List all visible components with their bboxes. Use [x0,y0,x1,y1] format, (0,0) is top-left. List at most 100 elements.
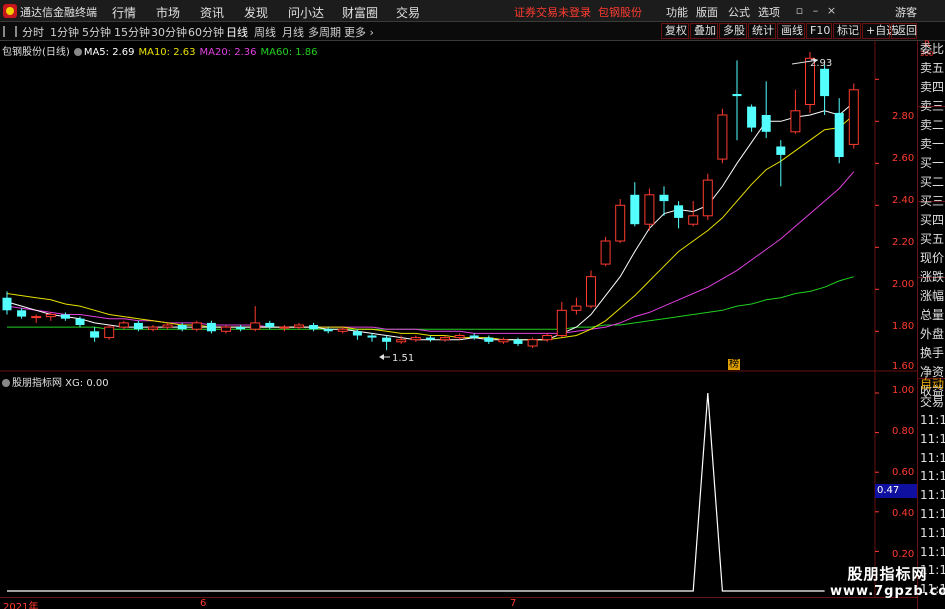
candle-down [367,333,377,342]
tab-daily[interactable]: 日线 [226,24,248,40]
candle-body [279,326,290,329]
candle-body [236,327,246,330]
candle-body [191,322,202,330]
settings-circle-icon[interactable] [73,48,82,56]
tab-monthly[interactable]: 月线 [282,24,304,40]
price-tick: 1.80 [892,321,915,332]
quote-field-label: 外盘 [920,327,945,341]
low-price-annotation: 1.51 [392,353,415,364]
tab-60min[interactable]: 60分钟 [188,24,224,40]
drawing-button[interactable]: 画线 [777,23,805,39]
trade-time-item: 11:14 [920,544,945,559]
price-tick: 2.00 [892,279,915,290]
candle-down [834,98,844,164]
restore-icon[interactable]: ▫ [792,3,807,18]
trade-time-item: 11:14 [920,525,945,540]
candle-down [630,182,640,227]
menu-trade[interactable]: 交易 [396,4,420,21]
menu-ask[interactable]: 问小达 [288,4,324,21]
candle-body [674,205,684,218]
quote-field-label: 卖五 [920,61,945,75]
login-status[interactable]: 证券交易未登录 包钢股份 [514,4,642,20]
tab-multi-period[interactable]: 多周期 [308,24,341,40]
menu-wealth[interactable]: 财富圈 [342,4,378,21]
indicator-tick: 0.80 [892,426,915,437]
close-icon[interactable]: × [824,3,839,18]
menu-options[interactable]: 选项 [758,4,780,20]
candle-body [162,324,173,328]
menu-function[interactable]: 功能 [666,4,688,20]
price-chart-canvas[interactable] [0,41,917,372]
quote-field-label: 卖二 [920,118,945,132]
settings-circle-icon[interactable] [2,379,10,387]
quote-field-label: 卖一 [920,137,945,151]
quote-field-label: 卖三 [920,99,945,113]
candle-down [761,81,771,139]
candle-up [191,320,202,332]
tab-1min[interactable]: 1分钟 [50,24,79,40]
menu-discover[interactable]: 发现 [244,4,268,21]
candle-body [367,335,377,338]
adjust-button[interactable]: 复权 [661,23,689,39]
tab-more[interactable]: 更多 › [344,24,374,40]
date-label: 6 [200,598,207,609]
candle-body [644,194,655,225]
back-button[interactable]: 返回 [891,23,917,39]
quote-field-label: 买五 [920,232,945,246]
candle-up [104,325,115,340]
candle-body [425,337,435,340]
candle-body [702,179,713,217]
tab-30min[interactable]: 30分钟 [151,24,187,40]
ma5-legend: MA5: 2.69 [83,47,135,58]
statistics-button[interactable]: 统计 [748,23,776,39]
candle-body [469,335,479,338]
candle-body [104,326,115,339]
candle-body [571,305,582,311]
candle-body [17,310,27,317]
tab-timeshare[interactable]: 分时 [22,24,44,40]
candle-body [848,89,859,145]
candle-up [148,325,158,332]
candle-body [776,146,786,155]
candle-up [294,322,304,330]
f10-button[interactable]: F10 [806,23,832,39]
user-guest[interactable]: 游客 [895,4,917,20]
quote-side-panel: R 300 委比 卖五 卖四 卖三 卖二 卖一 买一 买二 买三 买四 买五 现价 涨跌 涨幅 总量 外盘 换手… [917,41,945,609]
candle-up [717,108,728,164]
add-favorite-button[interactable]: +自选 [862,23,897,39]
tab-weekly[interactable]: 周线 [254,24,276,40]
menu-news[interactable]: 资讯 [200,4,224,21]
menu-layout[interactable]: 版面 [696,4,718,20]
candle-up [279,325,290,332]
candle-body [688,215,699,225]
indicator-chart[interactable]: 股朋指标网 XG: 0.00 1.00 0.80 0.60 0.40 0.20 … [0,372,945,609]
main-chart[interactable]: 包钢股份(日线) MA5: 2.69 MA10: 2.63 MA20: 2.36 MA6… [0,41,945,372]
candle-body [309,325,319,330]
indicator-legend: 股朋指标网 XG: 0.00 [2,374,113,389]
mark-button[interactable]: 标记 [833,23,861,39]
candle-up [527,337,538,349]
multi-stock-button[interactable]: 多股 [719,23,747,39]
candle-body [717,114,728,160]
candle-body [250,322,261,330]
candle-body [323,329,333,332]
candle-body [454,335,465,339]
quote-field-label[interactable]: 自动 [920,376,945,392]
quote-field-label: 涨幅 [920,289,945,303]
period-tab-bar: 分时 1分钟 5分钟 15分钟 30分钟 60分钟 日线 周线 月线 多周期 更… [0,22,945,41]
menu-market[interactable]: 市场 [156,4,180,21]
candle-up [600,236,611,267]
minimize-icon[interactable]: – [808,3,823,18]
tab-15min[interactable]: 15分钟 [114,24,150,40]
candle-body [820,68,830,97]
quote-field-label: 交易 [920,395,945,409]
billboard-badge[interactable]: 榜 [728,359,740,370]
indicator-canvas[interactable] [0,372,917,597]
overlay-button[interactable]: 叠加 [690,23,718,39]
trade-time-item: 11:14 [920,469,945,484]
tab-5min[interactable]: 5分钟 [82,24,111,40]
menu-quotes[interactable]: 行情 [112,4,136,21]
stock-name: 包钢股份(日线) [2,47,70,58]
candle-down [265,320,275,330]
menu-formula[interactable]: 公式 [728,4,750,20]
